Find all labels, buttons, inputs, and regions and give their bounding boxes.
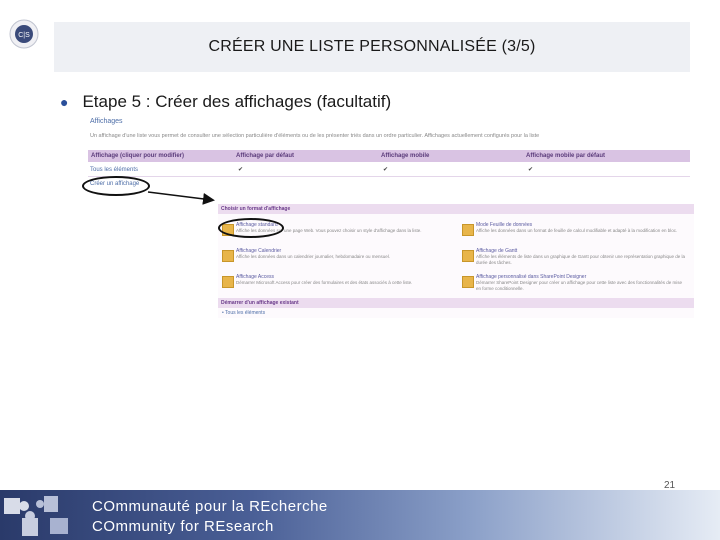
logo-text: C|S [18, 32, 30, 39]
option-desc: Affiche les données dans un calendrier j… [236, 254, 391, 259]
option-designer[interactable]: Affichage personnalisé dans SharePoint D… [462, 274, 692, 296]
datasheet-view-icon [462, 224, 474, 236]
option-gantt[interactable]: Affichage de Gantt Affiche les éléments … [462, 248, 692, 270]
option-desc: Affiche les données dans un format de fe… [476, 228, 678, 233]
puzzle-icon [4, 496, 68, 536]
designer-view-icon [462, 276, 474, 288]
footer-line-2: COmmunity for REsearch [92, 518, 274, 535]
option-datasheet[interactable]: Mode Feuille de données Affiche les donn… [462, 222, 692, 244]
footer-line-1: COmmunauté pour la REcherche [92, 498, 328, 515]
option-desc: Démarrer SharePoint Designer pour créer … [476, 280, 683, 291]
panel-heading: Démarrer d'un affichage existant [218, 298, 694, 308]
option-access[interactable]: Affichage Access Démarrer Microsoft Acce… [222, 274, 452, 296]
page-number: 21 [664, 480, 676, 491]
option-calendar[interactable]: Affichage Calendrier Affiche les données… [222, 248, 452, 270]
cirs-logo: C|S [9, 19, 39, 49]
bullet-icon: ● [60, 94, 69, 110]
bullet-text: Etape 5 : Créer des affichages (facultat… [82, 92, 392, 111]
title-banner: CRÉER UNE LISTE PERSONNALISÉE (3/5) [54, 22, 690, 72]
slide-title: CRÉER UNE LISTE PERSONNALISÉE (3/5) [208, 38, 536, 55]
existing-view-link[interactable]: • Tous les éléments [222, 310, 265, 316]
access-view-icon [222, 276, 234, 288]
option-desc: Démarrer Microsoft Access pour créer des… [236, 280, 413, 285]
calendar-view-icon [222, 250, 234, 262]
gantt-view-icon [462, 250, 474, 262]
bullet-item: ● Etape 5 : Créer des affichages (faculta… [60, 92, 391, 112]
embedded-screenshot: Affichages Un affichage d'une liste vous… [82, 112, 696, 324]
option-desc: Affiche les éléments de liste dans un gr… [476, 254, 686, 265]
highlight-circle [218, 218, 284, 238]
view-format-panel: Choisir un format d'affichage Affichage … [218, 204, 694, 318]
footer-banner: COmmunauté pour la REcherche COmmunity f… [0, 490, 720, 540]
panel-heading: Choisir un format d'affichage [218, 204, 694, 214]
